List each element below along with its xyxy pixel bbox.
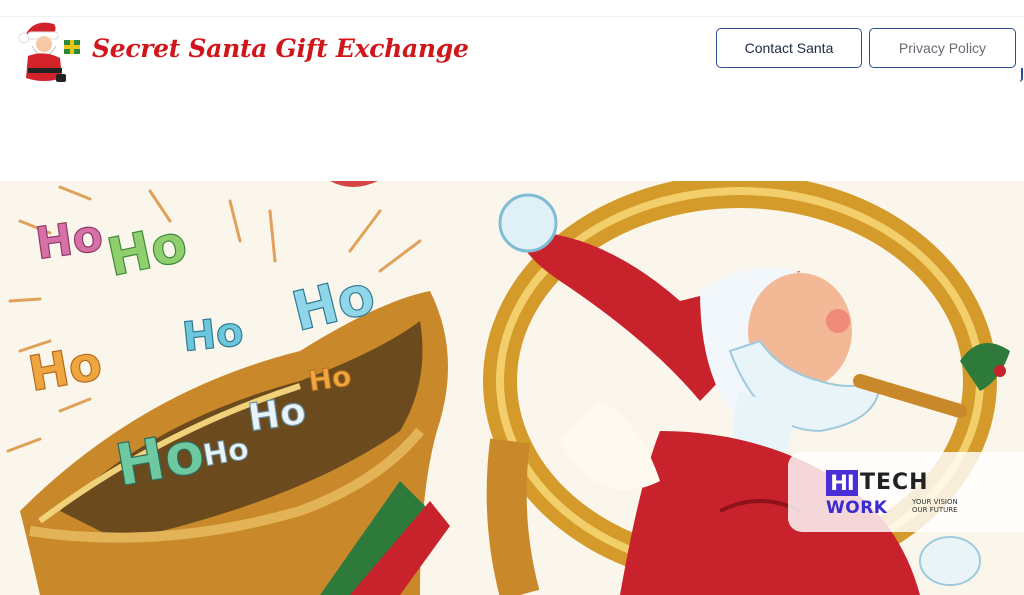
ho-word: Ho	[32, 210, 106, 270]
hitechwork-watermark: HI TECH WORK YOUR VISION OUR FUTURE	[788, 452, 1024, 532]
header-divider	[0, 16, 1024, 17]
watermark-tagline: YOUR VISION OUR FUTURE	[912, 498, 972, 514]
ho-word: Ho	[102, 214, 192, 289]
santa-logo[interactable]	[14, 16, 86, 84]
watermark-tagline-1: YOUR VISION	[912, 498, 958, 506]
watermark-work: WORK	[826, 498, 888, 518]
watermark-hi: HI	[826, 470, 858, 496]
watermark-tagline-2: OUR FUTURE	[912, 506, 958, 514]
watermark-tech: TECH	[860, 470, 929, 495]
header-edge-mark	[1017, 68, 1023, 82]
ho-word: Ho	[306, 359, 353, 398]
site-title[interactable]: Secret Santa Gift Exchange	[92, 34, 469, 63]
site-header: Secret Santa Gift Exchange Contact Santa…	[0, 0, 1024, 100]
ho-word: Ho	[180, 309, 245, 361]
ho-word: Ho	[286, 263, 381, 344]
ho-word: Ho	[24, 335, 106, 403]
ho-word: Ho	[200, 431, 251, 473]
hero-illustration: Ho Ho Ho Ho Ho Ho Ho Ho Ho	[0, 181, 1024, 595]
ho-ho-text: Ho Ho Ho Ho Ho Ho Ho Ho Ho	[24, 209, 382, 500]
privacy-policy-button[interactable]: Privacy Policy	[869, 28, 1016, 68]
ho-word: Ho	[111, 417, 210, 499]
contact-santa-button[interactable]: Contact Santa	[716, 28, 862, 68]
ho-word: Ho	[245, 388, 308, 440]
